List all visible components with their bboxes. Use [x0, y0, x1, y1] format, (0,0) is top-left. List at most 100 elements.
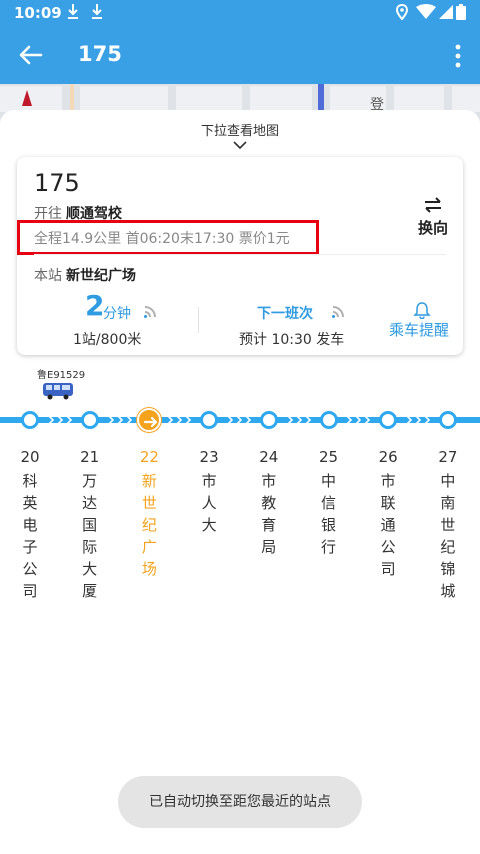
stop-name-char: 世	[141, 494, 157, 512]
stop-name-char: 达	[82, 494, 98, 512]
direction-chevron-icon	[48, 415, 54, 425]
stop-name-char: 城	[440, 582, 456, 600]
stop-number: 22	[139, 448, 159, 466]
stop-name-char: 市	[261, 472, 277, 490]
signal-icon	[439, 5, 453, 19]
next-departure-time: 预计 10:30 发车	[239, 332, 345, 348]
stop-name-char: 科	[22, 472, 38, 490]
next-departure-title: 下一班次	[257, 306, 313, 322]
stop-name-char: 南	[440, 494, 456, 512]
stop-name-char: 联	[380, 494, 396, 512]
station-prefix: 本站	[34, 268, 62, 284]
stop-label[interactable]: 24 市教育局	[257, 446, 281, 558]
stop-dot[interactable]	[259, 411, 278, 429]
stop-dot[interactable]	[438, 411, 457, 429]
location-icon	[396, 4, 408, 20]
pull-down-hint[interactable]: 下拉查看地图	[0, 120, 480, 139]
direction-chevron-icon	[296, 415, 302, 425]
stop-name-char: 司	[22, 582, 38, 600]
bus-plate: 鲁E91529	[37, 370, 86, 381]
bell-icon[interactable]	[413, 301, 431, 319]
stop-dot[interactable]	[200, 411, 219, 429]
map-pin-icon	[22, 90, 32, 106]
stop-label[interactable]: 27 中南世纪锦城	[436, 446, 460, 602]
ride-reminder-button[interactable]: 乘车提醒	[389, 319, 449, 340]
station-name: 新世纪广场	[66, 268, 136, 284]
stop-dot[interactable]	[21, 411, 39, 429]
direction-chevron-icon	[346, 415, 353, 425]
stop-name-char: 新	[141, 472, 157, 490]
direction-chevron-icon	[57, 415, 63, 425]
direction-chevron-icon	[364, 415, 371, 425]
bus-icon[interactable]	[42, 382, 74, 400]
stop-number: 24	[259, 448, 279, 466]
eta-distance: 1站/800米	[73, 332, 142, 348]
stop-number: 25	[318, 448, 339, 466]
stop-name-char: 公	[380, 538, 396, 556]
eta-unit: 分钟	[103, 306, 131, 322]
map-tile	[176, 86, 242, 112]
chevron-down-icon[interactable]	[232, 140, 248, 150]
stop-name-char: 子	[22, 538, 38, 556]
stop-name-char: 锦	[440, 560, 456, 578]
stop-dot[interactable]	[319, 411, 338, 429]
stop-name-char: 银	[320, 516, 336, 534]
map-tile	[394, 86, 444, 112]
stop-label[interactable]: 25 中信银行	[317, 446, 341, 558]
direction-chevron-icon	[424, 415, 431, 425]
direction-chevron-icon	[125, 415, 132, 425]
arrow-right-icon	[144, 416, 158, 428]
stop-number: 23	[199, 448, 219, 466]
page-title: 175	[78, 42, 122, 66]
stop-label[interactable]: 21 万达国际大厦	[78, 446, 102, 602]
stop-name-char: 纪	[141, 516, 157, 534]
stop-number: 26	[378, 448, 398, 466]
realtime-signal-icon	[144, 306, 156, 318]
stop-name-char: 世	[440, 516, 456, 534]
stop-dot[interactable]	[80, 411, 99, 429]
stop-name-char: 司	[380, 560, 396, 578]
direction-chevron-icon	[176, 415, 183, 425]
stop-name-char: 中	[320, 472, 336, 490]
map-tile	[452, 86, 480, 112]
current-stop-marker[interactable]	[137, 408, 162, 432]
stop-number: 20	[20, 448, 40, 466]
direction-chevron-icon	[355, 415, 362, 425]
stop-name-char: 市	[380, 472, 396, 490]
stop-name-char: 局	[261, 538, 277, 556]
status-time: 10:09	[14, 4, 62, 22]
stop-name-char: 大	[82, 560, 98, 578]
stop-name-char: 国	[82, 516, 98, 534]
stop-label[interactable]: 26 市联通公司	[376, 446, 400, 580]
direction-chevron-icon	[66, 415, 72, 425]
current-station: 本站 新世纪广场	[34, 265, 136, 285]
stop-name-char: 通	[380, 516, 396, 534]
stop-name-char: 厦	[82, 582, 98, 600]
map-tile	[250, 86, 312, 112]
stop-number: 27	[438, 448, 458, 466]
stop-label[interactable]: 22 新世纪广场	[137, 446, 161, 580]
stop-name-char: 万	[82, 472, 98, 490]
stop-label[interactable]: 23 市人大	[197, 446, 221, 536]
swap-direction-button[interactable]: 换向	[415, 197, 451, 238]
realtime-signal-icon	[332, 306, 344, 318]
swap-arrows-icon	[425, 197, 441, 213]
arrow-left-icon[interactable]	[16, 40, 46, 70]
stop-label[interactable]: 20 科英电子公司	[18, 446, 42, 602]
direction-chevron-icon	[415, 415, 422, 425]
stop-name-char: 际	[82, 538, 98, 556]
more-vert-icon[interactable]	[450, 42, 466, 70]
direction-chevron-icon	[167, 415, 174, 425]
stop-name-char: 人	[201, 494, 217, 512]
stop-name-char: 教	[261, 494, 277, 512]
direction-chevron-icon	[185, 415, 192, 425]
download-icon	[92, 4, 102, 19]
card-vertical-divider	[198, 307, 199, 333]
toast-message: 已自动切换至距您最近的站点	[118, 776, 362, 828]
direction-chevron-icon	[227, 415, 234, 425]
stop-number: 21	[80, 448, 100, 466]
route-summary: 全程14.9公里 首06:20末17:30 票价1元	[34, 231, 290, 247]
stop-name-char: 英	[22, 494, 38, 512]
stop-name-char: 信	[320, 494, 336, 512]
download-icon	[68, 4, 78, 19]
